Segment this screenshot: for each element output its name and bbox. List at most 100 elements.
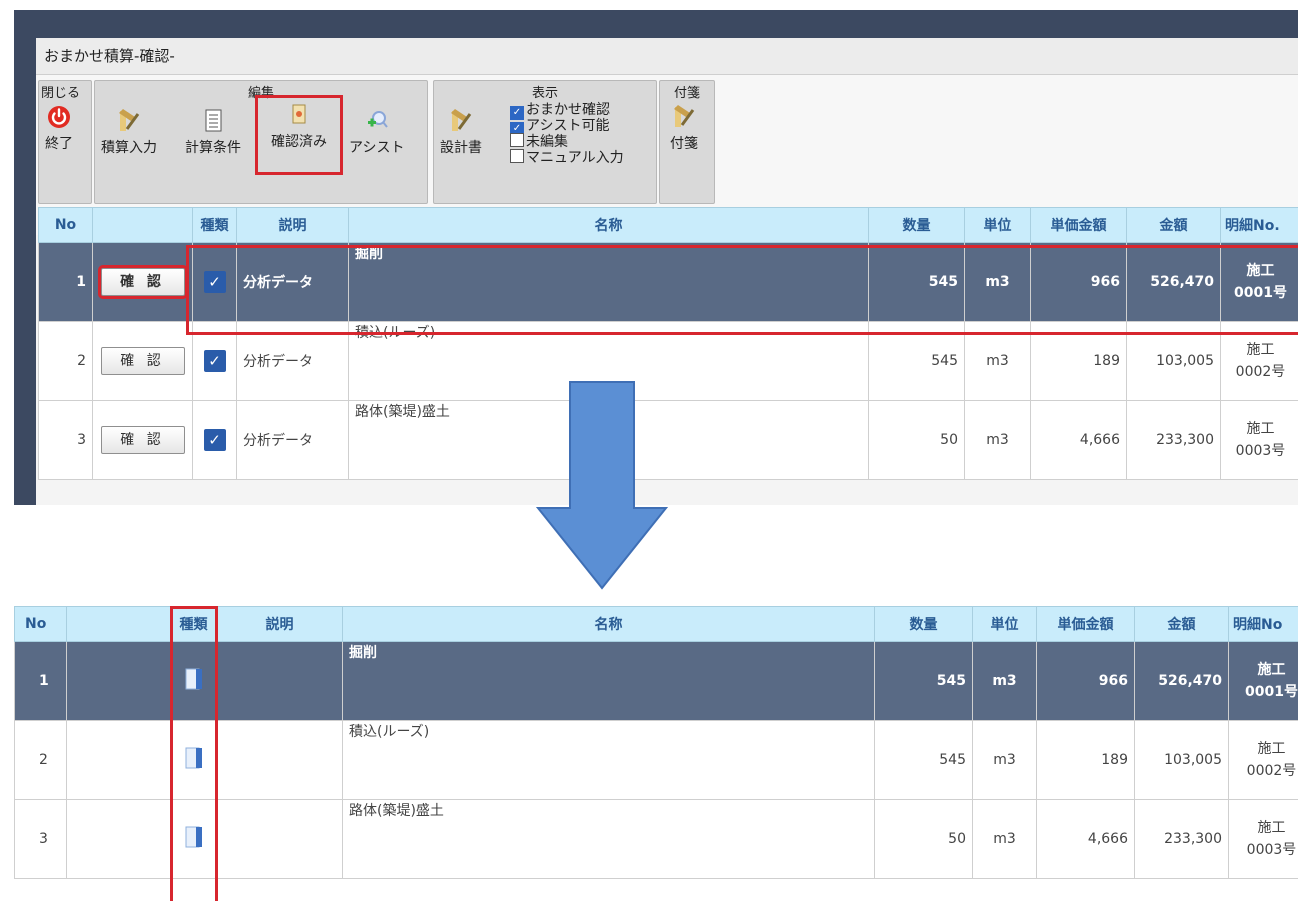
col-price[interactable]: 単価金額 (1036, 606, 1135, 642)
table-row[interactable]: 1 掘削 545 m3 966 526,470 施工 0001号 (14, 641, 1298, 721)
top-grid-header: No 種類 説明 名称 数量 単位 単価金額 金額 明細No. (38, 207, 1298, 243)
confirmed-button[interactable]: 確認済み (255, 95, 343, 175)
row-price: 189 (1030, 321, 1127, 401)
table-row[interactable]: 2 積込(ルーズ) 545 m3 189 103,005 施工 0002号 (14, 720, 1298, 800)
edit-group: 編集 積算入力 計算条件 確認済み アシスト (94, 80, 428, 204)
estimate-input-label: 積算入力 (101, 140, 157, 156)
detail-line2: 0002号 (1246, 763, 1297, 779)
confirm-button[interactable]: 確 認 (97, 265, 188, 299)
check-manual-label: マニュアル入力 (526, 150, 624, 166)
calc-conditions-button[interactable]: 計算条件 (185, 107, 241, 157)
col-unit[interactable]: 単位 (972, 606, 1037, 642)
col-name[interactable]: 名称 (342, 606, 875, 642)
row-name: 掘削 (342, 641, 875, 721)
sticky-note-button[interactable]: 付箋 (670, 103, 698, 153)
checkmark-icon[interactable]: ✓ (203, 350, 226, 372)
row-amount: 103,005 (1126, 321, 1221, 401)
type-cell: ✓ (192, 242, 237, 322)
confirm-button[interactable]: 確 認 (100, 347, 185, 375)
col-desc[interactable]: 説明 (216, 606, 343, 642)
col-amount[interactable]: 金額 (1126, 207, 1221, 243)
pencil-icon (119, 109, 140, 131)
design-doc-button[interactable]: 設計書 (440, 107, 482, 157)
row-qty: 50 (868, 400, 965, 480)
confirm-button[interactable]: 確 認 (100, 426, 185, 454)
type-cell (170, 799, 217, 879)
row-no: 1 (38, 242, 93, 322)
col-type[interactable]: 種類 (170, 606, 217, 642)
table-row[interactable]: 3 確 認 ✓ 分析データ 路体(築堤)盛土 50 m3 4,666 233,3… (38, 400, 1298, 480)
detail-line2: 0001号 (1234, 285, 1287, 301)
col-name[interactable]: 名称 (348, 207, 869, 243)
row-desc (216, 641, 343, 721)
detail-line1: 施工 (1246, 421, 1275, 437)
col-qty[interactable]: 数量 (874, 606, 973, 642)
document-icon (205, 109, 222, 132)
col-qty[interactable]: 数量 (868, 207, 965, 243)
detail-line1: 施工 (1257, 662, 1286, 678)
confirm-cell: 確 認 (92, 242, 193, 322)
row-desc: 分析データ (236, 242, 349, 322)
table-row[interactable]: 1 確 認 ✓ 分析データ 掘削 545 m3 966 526,470 施工 00… (38, 242, 1298, 322)
col-detail[interactable]: 明細No. (1220, 207, 1298, 243)
assist-button[interactable]: アシスト (349, 107, 404, 157)
col-type[interactable]: 種類 (192, 207, 237, 243)
blank-cell (66, 641, 171, 721)
row-qty: 545 (874, 720, 973, 800)
sticky-note-label: 付箋 (670, 136, 698, 152)
row-qty: 545 (874, 641, 973, 721)
row-name: 路体(築堤)盛土 (342, 799, 875, 879)
power-icon (48, 106, 70, 128)
col-no[interactable]: No (14, 606, 67, 642)
end-button[interactable]: 終了 (45, 103, 73, 153)
tag-group-title: 付箋 (673, 86, 700, 101)
row-qty: 545 (868, 242, 965, 322)
detail-line1: 施工 (1257, 741, 1286, 757)
checkmark-icon[interactable]: ✓ (203, 271, 226, 293)
row-amount: 526,470 (1134, 641, 1229, 721)
row-desc: 分析データ (236, 400, 349, 480)
confirm-cell: 確 認 (92, 321, 193, 401)
row-no: 3 (38, 400, 93, 480)
checkbox-unchecked-icon[interactable] (510, 133, 524, 147)
bottom-screenshot: No 種類 説明 名称 数量 単位 単価金額 金額 明細No 1 掘削 545 … (14, 606, 1298, 901)
row-price: 966 (1036, 641, 1135, 721)
col-no[interactable]: No (38, 207, 93, 243)
checkmark-icon[interactable]: ✓ (203, 429, 226, 451)
col-blank[interactable] (66, 606, 171, 642)
estimate-input-button[interactable]: 積算入力 (101, 107, 157, 157)
col-detail[interactable]: 明細No (1228, 606, 1298, 642)
close-group: 閉じる 終了 (38, 80, 92, 204)
checkbox-unchecked-icon[interactable] (510, 149, 524, 163)
confirm-doc-icon (292, 104, 306, 124)
book-icon[interactable] (184, 666, 204, 692)
row-qty: 545 (868, 321, 965, 401)
row-no: 2 (38, 321, 93, 401)
row-name: 掘削 (348, 242, 869, 322)
row-price: 4,666 (1030, 400, 1127, 480)
detail-line1: 施工 (1246, 342, 1275, 358)
row-price: 189 (1036, 720, 1135, 800)
bottom-item-grid: No 種類 説明 名称 数量 単位 単価金額 金額 明細No 1 掘削 545 … (14, 606, 1298, 879)
blank-cell (66, 720, 171, 800)
book-icon[interactable] (184, 824, 204, 850)
col-price[interactable]: 単価金額 (1030, 207, 1127, 243)
row-price: 966 (1030, 242, 1127, 322)
col-blank[interactable] (92, 207, 193, 243)
col-amount[interactable]: 金額 (1134, 606, 1229, 642)
check-manual-input[interactable]: マニュアル入力 (510, 147, 624, 167)
col-unit[interactable]: 単位 (964, 207, 1031, 243)
table-row[interactable]: 2 確 認 ✓ 分析データ 積込(ルーズ) 545 m3 189 103,005… (38, 321, 1298, 401)
type-cell (170, 641, 217, 721)
row-desc (216, 720, 343, 800)
end-label: 終了 (45, 136, 73, 152)
detail-line1: 施工 (1246, 263, 1275, 279)
col-desc[interactable]: 説明 (236, 207, 349, 243)
type-cell: ✓ (192, 400, 237, 480)
row-unit: m3 (964, 242, 1031, 322)
table-row[interactable]: 3 路体(築堤)盛土 50 m3 4,666 233,300 施工 0003号 (14, 799, 1298, 879)
book-icon[interactable] (184, 745, 204, 771)
row-name: 積込(ルーズ) (342, 720, 875, 800)
blank-cell (66, 799, 171, 879)
row-detail: 施工 0002号 (1220, 321, 1298, 401)
